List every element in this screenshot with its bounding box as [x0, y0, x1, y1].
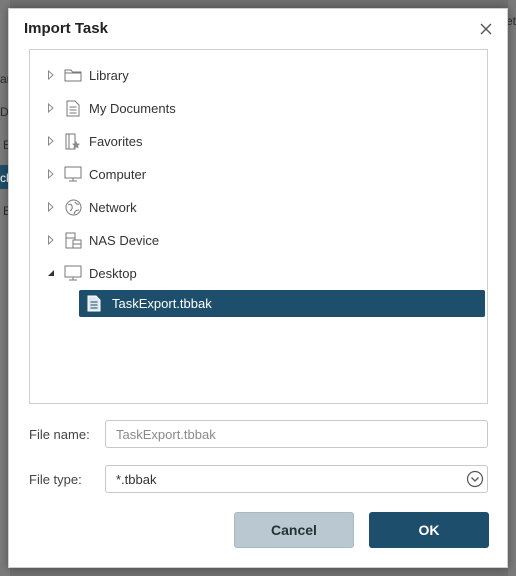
tree-item-label: My Documents: [89, 100, 176, 116]
tree-item-label: Favorites: [89, 133, 143, 149]
expand-arrow-icon[interactable]: [44, 134, 58, 148]
nas-icon: [64, 231, 82, 249]
chevron-down-icon[interactable]: [466, 470, 484, 488]
file-icon: [85, 295, 103, 313]
tree-item-nas-device[interactable]: NAS Device: [30, 226, 159, 254]
document-icon: [64, 99, 82, 117]
tree-item-label: Library: [89, 67, 129, 83]
ok-button[interactable]: OK: [369, 512, 489, 548]
file-tree[interactable]: Library My Documents Favorites Computer …: [29, 49, 488, 404]
dialog-title: Import Task: [24, 20, 108, 37]
file-type-label: File type:: [29, 472, 82, 487]
tree-item-my-documents[interactable]: My Documents: [30, 94, 176, 122]
cancel-button[interactable]: Cancel: [234, 512, 354, 548]
collapse-arrow-icon[interactable]: [44, 266, 58, 280]
expand-arrow-icon[interactable]: [44, 233, 58, 247]
expand-arrow-icon[interactable]: [44, 101, 58, 115]
import-task-dialog: Import Task Library My Documents Favorit…: [8, 8, 508, 568]
network-icon: [64, 198, 82, 216]
file-name-label: File name:: [29, 427, 90, 442]
close-button[interactable]: [475, 18, 497, 40]
tree-item-label: TaskExport.tbbak: [112, 296, 212, 311]
tree-item-label: Network: [89, 199, 137, 215]
tree-item-network[interactable]: Network: [30, 193, 137, 221]
close-icon: [480, 23, 492, 35]
computer-icon: [64, 165, 82, 183]
folder-icon: [64, 66, 82, 84]
background-right-pane: [508, 0, 516, 576]
tree-item-label: NAS Device: [89, 232, 160, 248]
file-type-value: *.tbbak: [116, 471, 157, 487]
desktop-icon: [64, 264, 82, 282]
expand-arrow-icon[interactable]: [44, 200, 58, 214]
tree-item-label: Computer: [89, 166, 147, 182]
expand-arrow-icon[interactable]: [44, 68, 58, 82]
file-name-field[interactable]: TaskExport.tbbak: [105, 420, 488, 448]
favorites-icon: [64, 132, 82, 150]
file-name-value: TaskExport.tbbak: [116, 426, 216, 442]
tree-item-library[interactable]: Library: [30, 61, 129, 89]
file-type-select[interactable]: *.tbbak: [105, 465, 488, 493]
tree-item-desktop[interactable]: Desktop: [30, 259, 137, 287]
tree-item-label: Desktop: [89, 265, 137, 281]
tree-item-computer[interactable]: Computer: [30, 160, 146, 188]
tree-item-favorites[interactable]: Favorites: [30, 127, 142, 155]
tree-item-taskexport-file[interactable]: TaskExport.tbbak: [79, 290, 485, 317]
expand-arrow-icon[interactable]: [44, 167, 58, 181]
